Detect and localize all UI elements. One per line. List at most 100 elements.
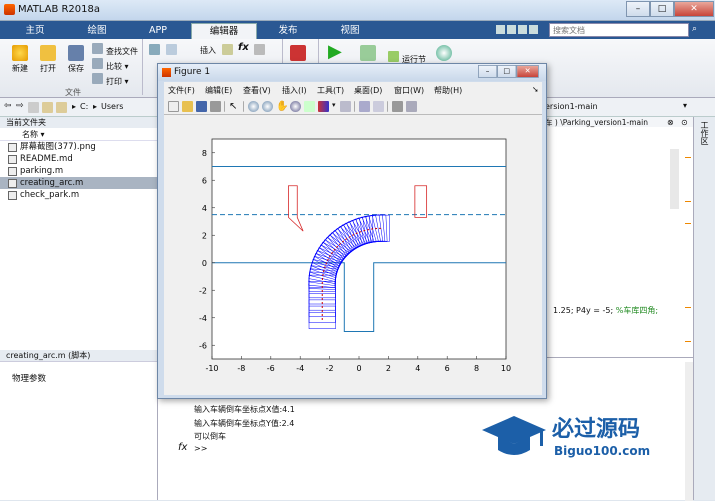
format-icon[interactable] bbox=[254, 44, 265, 55]
maximize-button[interactable]: □ bbox=[650, 1, 674, 17]
insert-icon[interactable] bbox=[222, 44, 233, 55]
current-folder-panel: 当前文件夹 名称 ▾ 屏幕截图(377).png README.md parki… bbox=[0, 117, 158, 350]
rotate-icon[interactable] bbox=[290, 101, 301, 112]
editor-scrollbar[interactable] bbox=[670, 149, 679, 209]
code-line[interactable]: 1.25; P4y = -5; %车库四角; bbox=[553, 305, 658, 316]
quick-cut-icon[interactable] bbox=[507, 25, 516, 34]
figure-maximize-button[interactable]: □ bbox=[497, 65, 517, 78]
tab-plots[interactable]: 绘图 bbox=[72, 23, 122, 39]
command-output-line: 输入车辆倒车坐标点X值:4.1 bbox=[194, 405, 295, 414]
command-scrollbar[interactable] bbox=[685, 362, 693, 501]
tab-apps[interactable]: APP bbox=[133, 23, 183, 39]
file-item[interactable]: check_park.m bbox=[0, 189, 157, 201]
zoom-out-icon[interactable] bbox=[262, 101, 273, 112]
command-prompt[interactable]: >> bbox=[194, 444, 207, 453]
warning-marker[interactable] bbox=[685, 201, 691, 202]
file-item[interactable]: README.md bbox=[0, 153, 157, 165]
search-docs-input[interactable] bbox=[549, 23, 689, 37]
find-files-button[interactable]: 查找文件 bbox=[92, 43, 138, 58]
dock-arrow-icon[interactable]: ➘ bbox=[532, 85, 539, 94]
data-cursor-icon[interactable] bbox=[304, 101, 315, 112]
menu-view[interactable]: 查看(V) bbox=[243, 85, 271, 96]
workspace-tab[interactable]: 工作区 bbox=[699, 121, 710, 145]
quick-undo-icon[interactable] bbox=[518, 25, 527, 34]
figure-close-button[interactable]: ✕ bbox=[516, 65, 539, 78]
search-icon[interactable]: ⌕ bbox=[692, 24, 697, 34]
figure-window[interactable]: Figure 1 – □ ✕ 文件(F) 编辑(E) 查看(V) 插入(I) 工… bbox=[157, 63, 547, 399]
name-column-header[interactable]: 名称 ▾ bbox=[0, 128, 157, 141]
m-file-icon bbox=[8, 179, 17, 188]
menu-edit[interactable]: 编辑(E) bbox=[205, 85, 232, 96]
breakpoint-icon[interactable] bbox=[290, 45, 306, 61]
menu-help[interactable]: 帮助(H) bbox=[434, 85, 462, 96]
pan-hand-icon[interactable]: ✋ bbox=[276, 101, 288, 112]
group-divider bbox=[142, 39, 143, 95]
parking-plot[interactable]: -10 -8 -6 -4 -2 0 2 4 6 8 10 -6 -4 -2 0 2 4 6 8 bbox=[164, 115, 542, 395]
close-button[interactable]: ✕ bbox=[674, 1, 714, 17]
tab-editor[interactable]: 编辑器 bbox=[191, 23, 257, 39]
run-icon[interactable]: ▶ bbox=[328, 41, 342, 62]
file-item-selected[interactable]: creating_arc.m bbox=[0, 177, 157, 189]
tab-view[interactable]: 视图 bbox=[325, 23, 375, 39]
open-button[interactable]: 打开 bbox=[36, 45, 60, 74]
menu-tools[interactable]: 工具(T) bbox=[317, 85, 344, 96]
sort-arrow-icon: ▾ bbox=[40, 130, 45, 139]
back-icon[interactable]: ⇦ bbox=[4, 101, 12, 111]
brush-icon[interactable] bbox=[318, 101, 329, 112]
x-tick-label: -10 bbox=[205, 364, 218, 373]
hide-plot-tools-icon[interactable] bbox=[391, 101, 403, 112]
menu-insert[interactable]: 插入(I) bbox=[282, 85, 307, 96]
compare-button[interactable]: 比较 ▾ bbox=[92, 58, 138, 73]
figure-titlebar[interactable]: Figure 1 – □ ✕ bbox=[158, 64, 546, 81]
run-advance-icon[interactable] bbox=[360, 45, 376, 61]
file-item[interactable]: parking.m bbox=[0, 165, 157, 177]
workspace-strip[interactable]: 工作区 bbox=[693, 117, 715, 500]
y-tick-label: 8 bbox=[202, 149, 207, 158]
brush-dropdown-icon[interactable]: ▾ bbox=[332, 101, 336, 112]
path-segment-drive[interactable]: C: bbox=[80, 102, 88, 111]
forward-icon[interactable]: ⇨ bbox=[16, 101, 24, 111]
link-plot-icon[interactable] bbox=[339, 101, 351, 112]
quick-redo-icon[interactable] bbox=[529, 25, 538, 34]
warning-marker[interactable] bbox=[685, 223, 691, 224]
path-segment-users[interactable]: Users bbox=[101, 102, 123, 111]
tab-publish[interactable]: 发布 bbox=[263, 23, 313, 39]
figure-minimize-button[interactable]: – bbox=[478, 65, 498, 78]
print-button[interactable]: 打印 ▾ bbox=[92, 73, 138, 88]
path-separator: ▸ bbox=[72, 102, 77, 111]
forward-arrow-icon[interactable] bbox=[165, 44, 177, 55]
back-arrow-icon[interactable] bbox=[149, 44, 160, 55]
new-button[interactable]: 新建 bbox=[8, 45, 32, 74]
up-folder-icon[interactable] bbox=[28, 102, 39, 113]
file-item[interactable]: 屏幕截图(377).png bbox=[0, 141, 157, 153]
menu-desktop[interactable]: 桌面(D) bbox=[354, 85, 382, 96]
legend-icon[interactable] bbox=[372, 101, 384, 112]
save-figure-icon[interactable] bbox=[196, 101, 207, 112]
editor-close-icon[interactable]: ⊗ bbox=[667, 118, 674, 127]
fx-icon[interactable]: fx bbox=[178, 442, 187, 453]
warning-marker[interactable] bbox=[685, 157, 691, 158]
colorbar-icon[interactable] bbox=[358, 101, 370, 112]
editor-menu-icon[interactable]: ⊙ bbox=[681, 118, 688, 127]
warning-marker[interactable] bbox=[685, 307, 691, 308]
insert-button[interactable]: 插入 bbox=[200, 45, 216, 56]
fx-icon[interactable]: fx bbox=[238, 42, 249, 53]
show-plot-tools-icon[interactable] bbox=[405, 101, 417, 112]
menu-window[interactable]: 窗口(W) bbox=[394, 85, 424, 96]
print-figure-icon[interactable] bbox=[210, 101, 221, 112]
open-file-icon[interactable] bbox=[182, 101, 193, 112]
editor-tab-label[interactable]: ersion1-main bbox=[545, 102, 598, 111]
warning-marker[interactable] bbox=[685, 341, 691, 342]
minimize-button[interactable]: – bbox=[626, 1, 650, 17]
quick-save-icon[interactable] bbox=[496, 25, 505, 34]
pointer-icon[interactable]: ↖ bbox=[229, 101, 240, 112]
save-button[interactable]: 保存 bbox=[64, 45, 88, 74]
run-timer-icon[interactable] bbox=[436, 45, 452, 61]
browse-folder-icon[interactable] bbox=[42, 102, 53, 113]
menu-file[interactable]: 文件(F) bbox=[168, 85, 195, 96]
zoom-in-icon[interactable] bbox=[248, 101, 259, 112]
tab-home[interactable]: 主页 bbox=[10, 23, 60, 39]
dropdown-arrow-icon[interactable]: ▾ bbox=[683, 101, 687, 110]
nav-arrows bbox=[149, 44, 180, 58]
new-figure-icon[interactable] bbox=[168, 101, 179, 112]
